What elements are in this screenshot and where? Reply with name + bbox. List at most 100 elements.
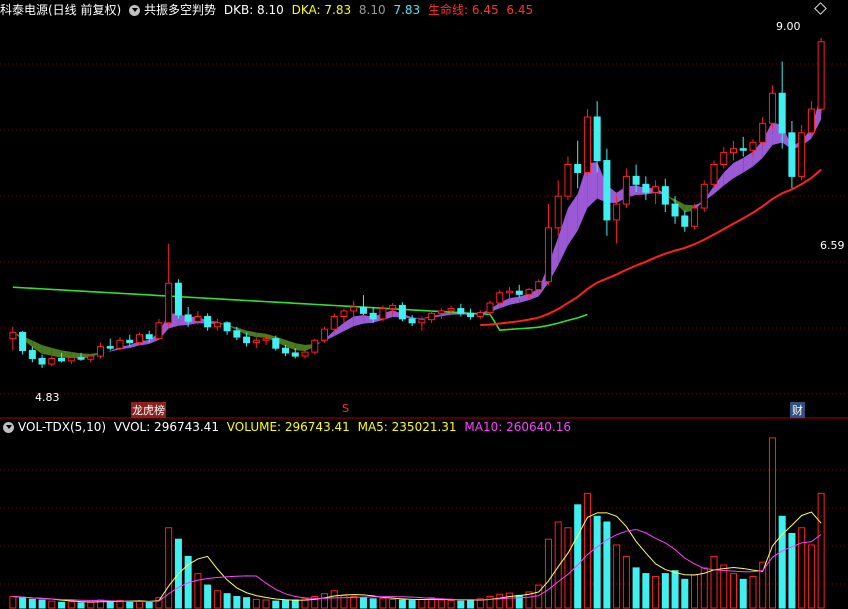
signal-s-marker[interactable]: S — [342, 402, 349, 415]
stock-title[interactable]: 科泰电源(日线 前复权) — [0, 3, 121, 17]
volume-header: VOL-TDX(5,10) VVOL: 296743.41 VOLUME: 29… — [0, 418, 575, 436]
ma10-value: MA10: 260640.16 — [464, 420, 571, 434]
volume-bar-44 — [437, 599, 445, 609]
volume-bar-33 — [330, 590, 338, 609]
volume-bar-47 — [467, 599, 475, 609]
candle-body-61 — [603, 160, 611, 221]
candle-body-23 — [233, 330, 241, 338]
candle-body-55 — [544, 227, 552, 283]
vvol-value: VVOL: 296743.41 — [113, 420, 219, 434]
volume-bar-22 — [223, 593, 231, 609]
volume-bar-25 — [252, 598, 260, 609]
volume-bar-16 — [165, 527, 173, 609]
candle-body-80 — [788, 132, 796, 177]
candle-body-41 — [408, 318, 416, 324]
volume-bar-76 — [749, 575, 757, 609]
volume-bar-59 — [583, 492, 591, 609]
candle-body-7 — [77, 357, 85, 360]
ribbon-value-cyan: 7.83 — [393, 3, 421, 17]
grid-lines — [0, 63, 848, 585]
candle-body-25 — [252, 339, 260, 344]
volume-bar-49 — [486, 596, 494, 609]
candle-body-58 — [574, 164, 582, 173]
candle-body-46 — [457, 308, 465, 314]
volume-bar-61 — [603, 521, 611, 609]
volume-bar-56 — [554, 521, 562, 609]
finance-marker[interactable]: 财 — [790, 402, 805, 418]
high-price-label: 9.00 — [776, 20, 801, 33]
candle-body-35 — [350, 306, 358, 312]
dkb-dka-ribbon — [12, 93, 822, 359]
candle-body-69 — [681, 215, 689, 227]
volume-bar-79 — [778, 515, 786, 609]
candle-body-34 — [340, 310, 348, 318]
volume-bar-63 — [622, 555, 630, 609]
volume-dropdown-icon[interactable] — [3, 422, 14, 433]
volume-bar-36 — [359, 597, 367, 609]
volume-bar-69 — [681, 578, 689, 609]
ribbon-segment-6 — [61, 350, 72, 358]
volume-bar-28 — [282, 600, 290, 609]
volume-bar-70 — [691, 574, 699, 609]
candle-body-47 — [467, 312, 475, 318]
volume-bar-3 — [38, 599, 46, 609]
dka-value: DKA: 7.83 — [291, 3, 352, 17]
ribbon-value-gray: 8.10 — [358, 3, 386, 17]
candle-body-13 — [135, 334, 143, 344]
candle-body-12 — [126, 339, 134, 344]
candle-body-68 — [671, 203, 679, 217]
volume-bar-39 — [389, 598, 397, 609]
candle-body-16 — [165, 282, 173, 324]
volume-bar-10 — [106, 600, 114, 609]
candle-body-82 — [807, 108, 815, 134]
life-line-value-2: 6.45 — [506, 3, 534, 17]
candle-body-5 — [58, 357, 66, 362]
volume-bar-82 — [807, 544, 815, 609]
volume-bar-58 — [574, 504, 582, 609]
candle-body-20 — [204, 316, 212, 328]
volume-bar-26 — [262, 599, 270, 609]
volume-bar-66 — [652, 575, 660, 609]
candle-body-26 — [262, 338, 270, 341]
longhubang-marker[interactable]: 龙虎榜 — [131, 402, 166, 418]
candle-body-52 — [515, 290, 523, 295]
candle-body-28 — [282, 347, 290, 354]
candle-body-14 — [145, 334, 153, 340]
candle-body-75 — [739, 148, 747, 151]
ribbon-segment-4 — [42, 345, 52, 356]
candle-body-70 — [691, 207, 699, 227]
volume-bar-68 — [671, 570, 679, 609]
volume-ma5-polyline — [12, 511, 822, 603]
ribbon-segment-58 — [567, 193, 578, 246]
candle-body-73 — [720, 152, 728, 165]
ribbon-segment-25 — [246, 330, 257, 338]
candle-body-64 — [632, 175, 640, 185]
candle-body-83 — [817, 41, 825, 110]
volume-bar-75 — [739, 578, 747, 609]
volume-bar-8 — [87, 601, 95, 609]
volume-bar-21 — [213, 590, 221, 609]
volume-bar-60 — [593, 515, 601, 609]
candle-body-60 — [593, 116, 601, 162]
kline-chart[interactable] — [0, 0, 848, 609]
indicator-dropdown-icon[interactable] — [129, 5, 141, 16]
volume-bar-41 — [408, 600, 416, 609]
candle-body-74 — [729, 148, 738, 154]
volume-bars — [9, 437, 825, 609]
candle-body-1 — [19, 331, 27, 352]
volume-bar-77 — [759, 561, 767, 609]
vol-indicator-name[interactable]: VOL-TDX(5,10) — [18, 420, 106, 434]
volume-bar-2 — [28, 598, 36, 609]
volume-ma10-polyline — [12, 528, 822, 603]
candle-body-72 — [710, 164, 718, 185]
candle-body-45 — [447, 308, 455, 312]
candle-body-30 — [301, 351, 309, 357]
volume-bar-83 — [817, 492, 825, 609]
indicator-name[interactable]: 共振多空判势 — [144, 3, 216, 17]
candle-body-37 — [369, 312, 377, 320]
candle-body-10 — [106, 346, 114, 349]
candle-body-43 — [428, 312, 436, 321]
life-line-right-label: 6.59 — [820, 239, 845, 252]
candle-body-63 — [622, 175, 630, 205]
life-line-value: 生命线: 6.45 — [428, 3, 499, 17]
